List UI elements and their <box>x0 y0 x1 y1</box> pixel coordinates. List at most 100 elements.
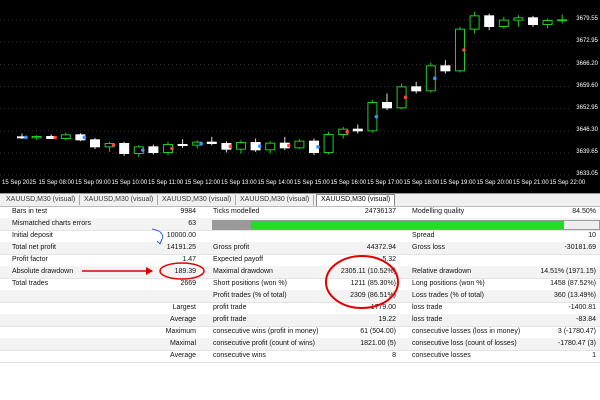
price-chart[interactable]: 3679.55 3672.95 3666.20 3659.60 3652.95 3646.… <box>0 0 600 193</box>
report-group-label: Average <box>170 352 196 359</box>
candle <box>498 16 509 29</box>
time-tick-label: 15 Sep 14:00 <box>257 180 294 186</box>
candle <box>411 81 422 94</box>
report-value: 10 <box>588 232 596 239</box>
report-label: Mismatched charts errors <box>12 220 91 227</box>
candle <box>484 13 495 31</box>
trade-marker <box>199 141 203 146</box>
report-value: 9984 <box>180 208 196 215</box>
report-value: 189.39 <box>174 268 196 275</box>
report-group-label: Maximum <box>165 328 196 335</box>
trade-marker <box>287 143 291 148</box>
candle-body <box>119 143 130 154</box>
candle <box>60 132 71 141</box>
report-value: 44372.94 <box>366 244 396 251</box>
candle <box>206 136 217 146</box>
chart-tab-bar: XAUUSD,M30 (visual) XAUUSD,M30 (visual) … <box>0 193 600 207</box>
time-tick-label: 15 Sep 12:00 <box>184 180 221 186</box>
candle-body <box>382 102 392 109</box>
time-tick-label: 15 Sep 19:00 <box>440 180 476 186</box>
modelling-quality-bar <box>212 220 600 230</box>
time-tick-label: 15 Sep 15:00 <box>294 180 330 186</box>
report-label: Bars in test <box>12 208 48 215</box>
report-label: loss trade <box>412 316 443 323</box>
strategy-tester-report: Bars in test 9984 Ticks modelled 2473613… <box>0 206 600 400</box>
candle-body <box>31 136 42 139</box>
quality-bar-fill <box>251 221 564 229</box>
report-label: Gross loss <box>412 244 446 251</box>
report-value: -1780.47 (3) <box>557 340 596 347</box>
report-label: consecutive wins (profit in money) <box>213 328 319 335</box>
report-value: 1211 (85.30%) <box>350 280 396 287</box>
report-value: 1 <box>592 352 596 359</box>
report-label: Gross profit <box>213 244 250 251</box>
report-group-label: Average <box>170 316 196 323</box>
report-value: 14191.25 <box>166 244 196 251</box>
quality-bar-segment <box>213 221 251 229</box>
candle-body <box>148 146 159 153</box>
chart-tab-active[interactable]: XAUUSD,M30 (visual) <box>316 194 396 206</box>
trade-marker <box>24 135 28 140</box>
report-value: 1779.00 <box>370 304 396 311</box>
candle-body <box>323 134 334 153</box>
report-label: Short positions (won %) <box>213 280 287 287</box>
report-label: consecutive loss (count of losses) <box>412 340 517 347</box>
trade-marker <box>82 135 87 140</box>
report-label: consecutive profit (count of wins) <box>213 340 315 347</box>
report-value: 2309 (86.51%) <box>350 292 396 299</box>
chart-tab[interactable]: XAUUSD,M30 (visual) <box>158 195 237 205</box>
candle-body <box>90 139 100 148</box>
candle-body <box>177 144 188 146</box>
report-value: 1.47 <box>182 256 196 263</box>
candle-body <box>60 134 71 139</box>
time-tick-label: 15 Sep 11:00 <box>148 180 184 186</box>
time-tick-label: 15 Sep 13:00 <box>221 180 257 186</box>
report-label: profit trade <box>213 304 247 311</box>
report-value: -1400.81 <box>568 304 596 311</box>
chart-tab[interactable]: XAUUSD,M30 (visual) <box>80 195 159 205</box>
report-label: Total trades <box>12 280 49 287</box>
candle-body <box>469 15 480 30</box>
price-tick-label: 3652.95 <box>576 104 598 111</box>
report-value: 63 <box>188 220 196 227</box>
time-tick-label: 15 Sep 10:00 <box>111 180 148 186</box>
candle <box>542 18 553 29</box>
report-value: 5.32 <box>382 256 396 263</box>
report-value: 1458 (87.52%) <box>550 280 596 287</box>
trade-marker <box>374 114 379 119</box>
time-tick-label: 15 Sep 16:00 <box>330 180 367 186</box>
report-value: -83.84 <box>576 316 596 323</box>
candle-body <box>294 140 305 149</box>
chart-tab[interactable]: XAUUSD,M30 (visual) <box>2 195 81 205</box>
time-tick-label: 15 Sep 17:00 <box>367 180 403 186</box>
trade-marker <box>433 76 437 81</box>
chart-tab[interactable]: XAUUSD,M30 (visual) <box>236 195 315 205</box>
price-tick-label: 3646.30 <box>576 126 598 133</box>
report-label: Initial deposit <box>12 232 53 239</box>
candle-body <box>352 128 363 132</box>
report-label: Expected payoff <box>213 256 264 263</box>
trade-marker <box>257 144 262 148</box>
report-label: Modelling quality <box>412 208 465 215</box>
trade-marker <box>345 130 350 134</box>
candle-body <box>484 15 495 27</box>
trade-marker <box>53 135 57 140</box>
report-value: 2305.11 (10.52%) <box>340 268 396 275</box>
time-tick-label: 15 Sep 2025 <box>2 180 37 186</box>
report-label: consecutive losses <box>412 352 471 359</box>
report-label: Profit factor <box>12 256 48 263</box>
time-tick-label: 15 Sep 22:00 <box>549 180 586 186</box>
time-tick-label: 15 Sep 21:00 <box>513 180 549 186</box>
candle-body <box>440 65 451 72</box>
report-label: Relative drawdown <box>412 268 472 275</box>
report-label: Absolute drawdown <box>12 268 74 275</box>
time-tick-label: 15 Sep 08:00 <box>38 180 75 186</box>
candle <box>323 131 334 155</box>
report-label: loss trade <box>412 304 443 311</box>
report-value: 61 (504.00) <box>360 328 396 335</box>
trade-marker <box>141 148 145 152</box>
candle-body <box>528 17 538 26</box>
candle-body <box>542 20 553 25</box>
candle <box>528 15 538 27</box>
candle-body <box>498 19 509 27</box>
